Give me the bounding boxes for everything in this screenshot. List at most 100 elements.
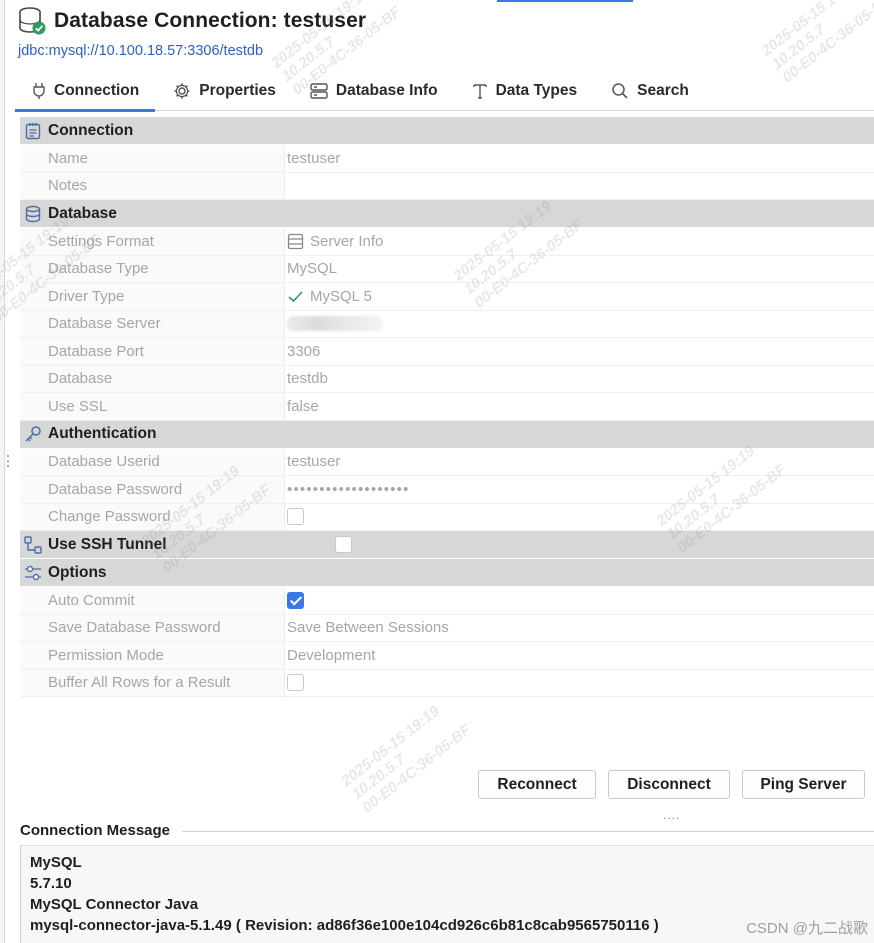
auto-commit-checkbox[interactable] bbox=[287, 591, 304, 609]
key-icon bbox=[23, 424, 43, 444]
property-key: Database Type bbox=[20, 255, 284, 283]
text-type-icon bbox=[472, 83, 487, 99]
section-connection[interactable]: Connection bbox=[20, 117, 874, 144]
change-password-checkbox[interactable] bbox=[287, 508, 304, 526]
tunnel-icon bbox=[23, 535, 43, 555]
property-key: Database Port bbox=[20, 338, 284, 366]
driver-type-value: MySQL 5 bbox=[310, 287, 372, 305]
permission-mode-select[interactable]: Development bbox=[284, 642, 874, 670]
name-field[interactable]: testuser bbox=[284, 145, 874, 173]
message-line: MySQL bbox=[30, 854, 82, 871]
property-key: Database Userid bbox=[20, 448, 284, 476]
property-key: Database Password bbox=[20, 476, 284, 504]
database-icon bbox=[23, 204, 43, 224]
server-icon bbox=[310, 82, 328, 99]
ping-server-button[interactable]: Ping Server bbox=[742, 770, 865, 799]
property-row-password: Database Password ••••••••••••••••••• bbox=[20, 476, 874, 504]
property-row-database-port: Database Port 3306 bbox=[20, 338, 874, 366]
redacted-value bbox=[287, 316, 383, 332]
message-line: MySQL Connector Java bbox=[30, 896, 199, 913]
tab-data-types-label: Data Types bbox=[495, 81, 578, 99]
buffer-rows-checkbox[interactable] bbox=[287, 674, 304, 692]
database-type-select[interactable]: MySQL bbox=[284, 255, 874, 283]
section-authentication[interactable]: Authentication bbox=[20, 420, 874, 448]
left-panel-edge bbox=[0, 0, 5, 943]
section-ssh-label: Use SSH Tunnel bbox=[48, 535, 167, 553]
gear-icon bbox=[174, 83, 190, 98]
property-row-notes: Notes bbox=[20, 172, 874, 200]
property-key: Change Password bbox=[20, 503, 284, 531]
tab-properties[interactable]: Properties bbox=[155, 70, 292, 111]
sliders-icon bbox=[23, 563, 43, 583]
property-key: Permission Mode bbox=[20, 642, 284, 670]
property-row-database-server: Database Server bbox=[20, 310, 874, 338]
property-row-permission-mode: Permission Mode Development bbox=[20, 642, 874, 670]
userid-field[interactable]: testuser bbox=[284, 448, 874, 476]
tab-search[interactable]: Search bbox=[593, 70, 705, 111]
search-icon bbox=[612, 82, 628, 99]
tab-properties-label: Properties bbox=[199, 81, 276, 99]
driver-type-select[interactable]: MySQL 5 bbox=[284, 283, 874, 311]
property-row-database: Database testdb bbox=[20, 365, 874, 393]
tab-data-types[interactable]: Data Types bbox=[454, 70, 594, 111]
property-grid: Connection Name testuser Notes Database … bbox=[20, 117, 874, 697]
group-border bbox=[182, 831, 874, 832]
section-options[interactable]: Options bbox=[20, 559, 874, 586]
database-port-field[interactable]: 3306 bbox=[284, 338, 874, 366]
property-row-name: Name testuser bbox=[20, 145, 874, 173]
property-row-save-password: Save Database Password Save Between Sess… bbox=[20, 614, 874, 642]
property-key: Driver Type bbox=[20, 283, 284, 311]
plug-icon bbox=[33, 82, 45, 99]
use-ssl-field[interactable]: false bbox=[284, 393, 874, 421]
top-tab-indicator bbox=[497, 0, 633, 2]
reconnect-button[interactable]: Reconnect bbox=[478, 770, 596, 799]
settings-format-value: Server Info bbox=[310, 232, 384, 250]
splitter-grip[interactable]: .... bbox=[663, 808, 680, 822]
property-key: Notes bbox=[20, 172, 284, 200]
property-key: Use SSL bbox=[20, 393, 284, 421]
property-row-driver-type: Driver Type MySQL 5 bbox=[20, 283, 874, 311]
action-buttons: Reconnect Disconnect Ping Server bbox=[478, 770, 865, 799]
tab-bar: Connection Properties Database Info Data… bbox=[14, 70, 874, 112]
database-connected-icon bbox=[18, 6, 46, 36]
disconnect-button[interactable]: Disconnect bbox=[608, 770, 730, 799]
jdbc-url-link[interactable]: jdbc:mysql://10.100.18.57:3306/testdb bbox=[18, 43, 263, 59]
page-title: Database Connection: testuser bbox=[54, 9, 367, 32]
property-row-userid: Database Userid testuser bbox=[20, 448, 874, 476]
property-key: Buffer All Rows for a Result bbox=[20, 669, 284, 697]
check-icon bbox=[288, 291, 303, 302]
tab-connection-label: Connection bbox=[54, 81, 140, 99]
save-password-select[interactable]: Save Between Sessions bbox=[284, 614, 874, 642]
tab-connection[interactable]: Connection bbox=[14, 70, 156, 112]
property-key: Auto Commit bbox=[20, 587, 284, 615]
property-row-change-password: Change Password bbox=[20, 503, 874, 531]
property-row-auto-commit: Auto Commit bbox=[20, 587, 874, 615]
section-options-label: Options bbox=[48, 563, 107, 581]
password-field[interactable]: ••••••••••••••••••• bbox=[284, 476, 874, 504]
section-connection-label: Connection bbox=[48, 121, 134, 139]
database-name-field[interactable]: testdb bbox=[284, 365, 874, 393]
property-key: Name bbox=[20, 145, 284, 173]
section-database-label: Database bbox=[48, 204, 117, 222]
database-server-field[interactable] bbox=[284, 310, 874, 338]
tab-database-info-label: Database Info bbox=[335, 81, 438, 99]
property-row-database-type: Database Type MySQL bbox=[20, 255, 874, 283]
splitter-grip-vertical[interactable] bbox=[7, 455, 10, 473]
message-line: 5.7.10 bbox=[30, 875, 72, 892]
property-row-use-ssl: Use SSL false bbox=[20, 393, 874, 421]
property-row-buffer-rows: Buffer All Rows for a Result bbox=[20, 669, 874, 697]
section-ssh-tunnel[interactable]: Use SSH Tunnel bbox=[20, 531, 874, 558]
section-database[interactable]: Database bbox=[20, 200, 874, 227]
tab-database-info[interactable]: Database Info bbox=[292, 70, 454, 111]
property-key: Settings Format bbox=[20, 228, 284, 256]
watermark: 2025-05-15 19:19 10.20.5.7 00-E0-4C-36-0… bbox=[338, 702, 475, 817]
tab-search-label: Search bbox=[637, 81, 689, 99]
property-row-settings-format: Settings Format Server Info bbox=[20, 228, 874, 256]
notes-field[interactable] bbox=[284, 172, 874, 200]
dialog-header: Database Connection: testuser bbox=[18, 6, 366, 36]
section-authentication-label: Authentication bbox=[48, 425, 157, 442]
notepad-icon bbox=[23, 121, 43, 141]
ssh-tunnel-checkbox[interactable] bbox=[334, 536, 352, 553]
settings-format-select[interactable]: Server Info bbox=[284, 228, 874, 256]
property-key: Database Server bbox=[20, 310, 284, 338]
